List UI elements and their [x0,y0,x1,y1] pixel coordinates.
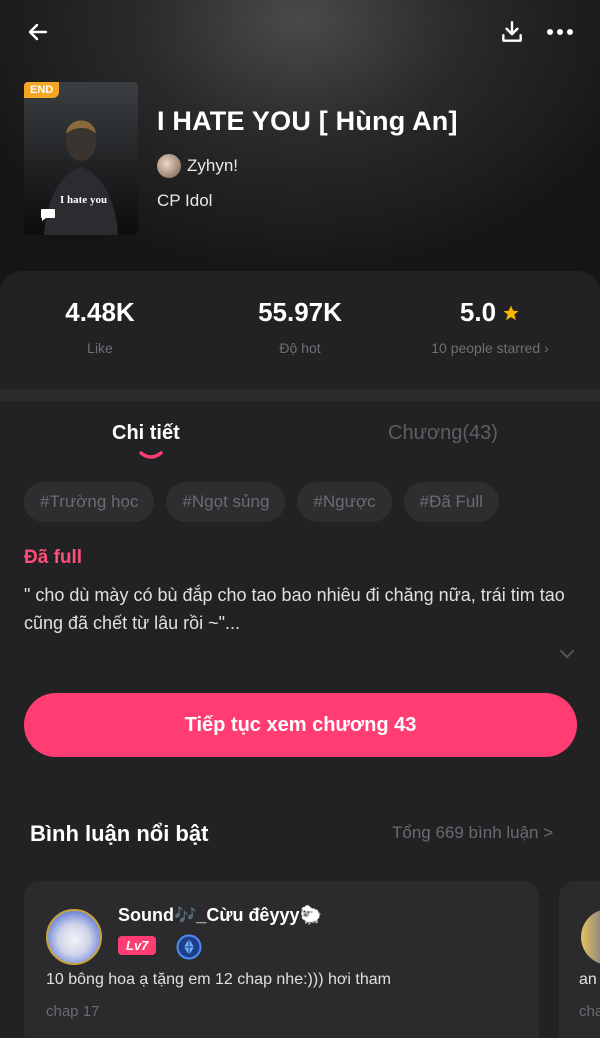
chat-bubble-icon [41,209,55,221]
rating-label: 10 people starred [431,340,541,356]
comment-chapter: cha [579,1003,600,1020]
commenter-avatar[interactable] [581,909,600,965]
tab-details[interactable]: Chi tiết [112,422,180,445]
continue-reading-button[interactable]: Tiếp tục xem chương 43 [24,693,577,757]
comment-text: 10 bông hoa ạ tặng em 12 chap nhe:))) hơ… [46,971,391,988]
story-category[interactable]: CP Idol [157,191,212,211]
download-button[interactable] [494,14,530,50]
author-link[interactable]: Zyhyn! [157,154,238,178]
comment-chapter: chap 17 [46,1003,100,1020]
end-badge: END [24,82,60,98]
likes-value: 4.48K [65,297,135,327]
tag-chip[interactable]: #Trường học [24,482,155,522]
chevron-down-icon[interactable] [558,648,576,660]
chevron-right-icon: › [544,340,549,356]
back-button[interactable] [20,14,56,50]
level-badge: Lv7 [118,936,157,955]
hot-label: Độ hot [279,340,321,356]
author-avatar [157,154,181,178]
download-icon [502,21,522,42]
more-horizontal-icon [547,29,573,35]
likes-stat: 4.48K Like [0,297,200,356]
tag-chip[interactable]: #Ngọt sủng [166,482,286,522]
stats-row: 4.48K Like 55.97K Độ hot 5.0 10 people s… [0,271,600,389]
author-name: Zyhyn! [187,156,239,175]
story-description: " cho dù mày có bù đắp cho tao bao nhiêu… [24,585,565,633]
comment-card[interactable]: Sound🎶_Cừu đêyyy🐑 Lv7 10 bông hoa ạ tặng… [24,881,539,1038]
status-heading: Đã full [24,547,83,568]
diamond-badge-icon [176,934,202,960]
comments-total-link[interactable]: Tổng 669 bình luận > [392,823,553,843]
cover-title-text: I hate you [60,194,108,206]
tag-list: #Trường học #Ngọt sủng #Ngược #Đã Full [24,482,499,522]
story-cover[interactable]: END I hate you [24,82,138,235]
story-title: I HATE YOU [ Hùng An] [157,106,458,136]
hot-stat: 55.97K Độ hot [200,297,400,356]
commenter-name[interactable]: Sound🎶_Cừu đêyyy🐑 [118,905,322,926]
tab-active-indicator [139,451,163,459]
comments-heading: Bình luận nổi bật [30,821,209,846]
rating-label-row: 10 people starred › [390,340,590,356]
commenter-avatar[interactable] [46,909,102,965]
rating-value-row: 5.0 [390,297,590,328]
comment-text: an [579,971,597,988]
likes-label: Like [87,340,113,356]
hot-value: 55.97K [258,297,342,327]
tag-chip[interactable]: #Đã Full [403,482,499,522]
rating-value: 5.0 [459,297,497,327]
tag-chip[interactable]: #Ngược [297,482,392,522]
more-options-button[interactable] [542,14,578,50]
section-divider [0,389,600,401]
tab-chapters[interactable]: Chương(43) [388,422,498,445]
details-panel: 4.48K Like 55.97K Độ hot 5.0 10 people s… [0,271,600,1038]
star-icon [503,305,519,320]
rating-stat[interactable]: 5.0 10 people starred › [390,297,590,356]
comment-card[interactable]: an cha [559,881,600,1038]
arrow-left-icon [28,23,48,41]
